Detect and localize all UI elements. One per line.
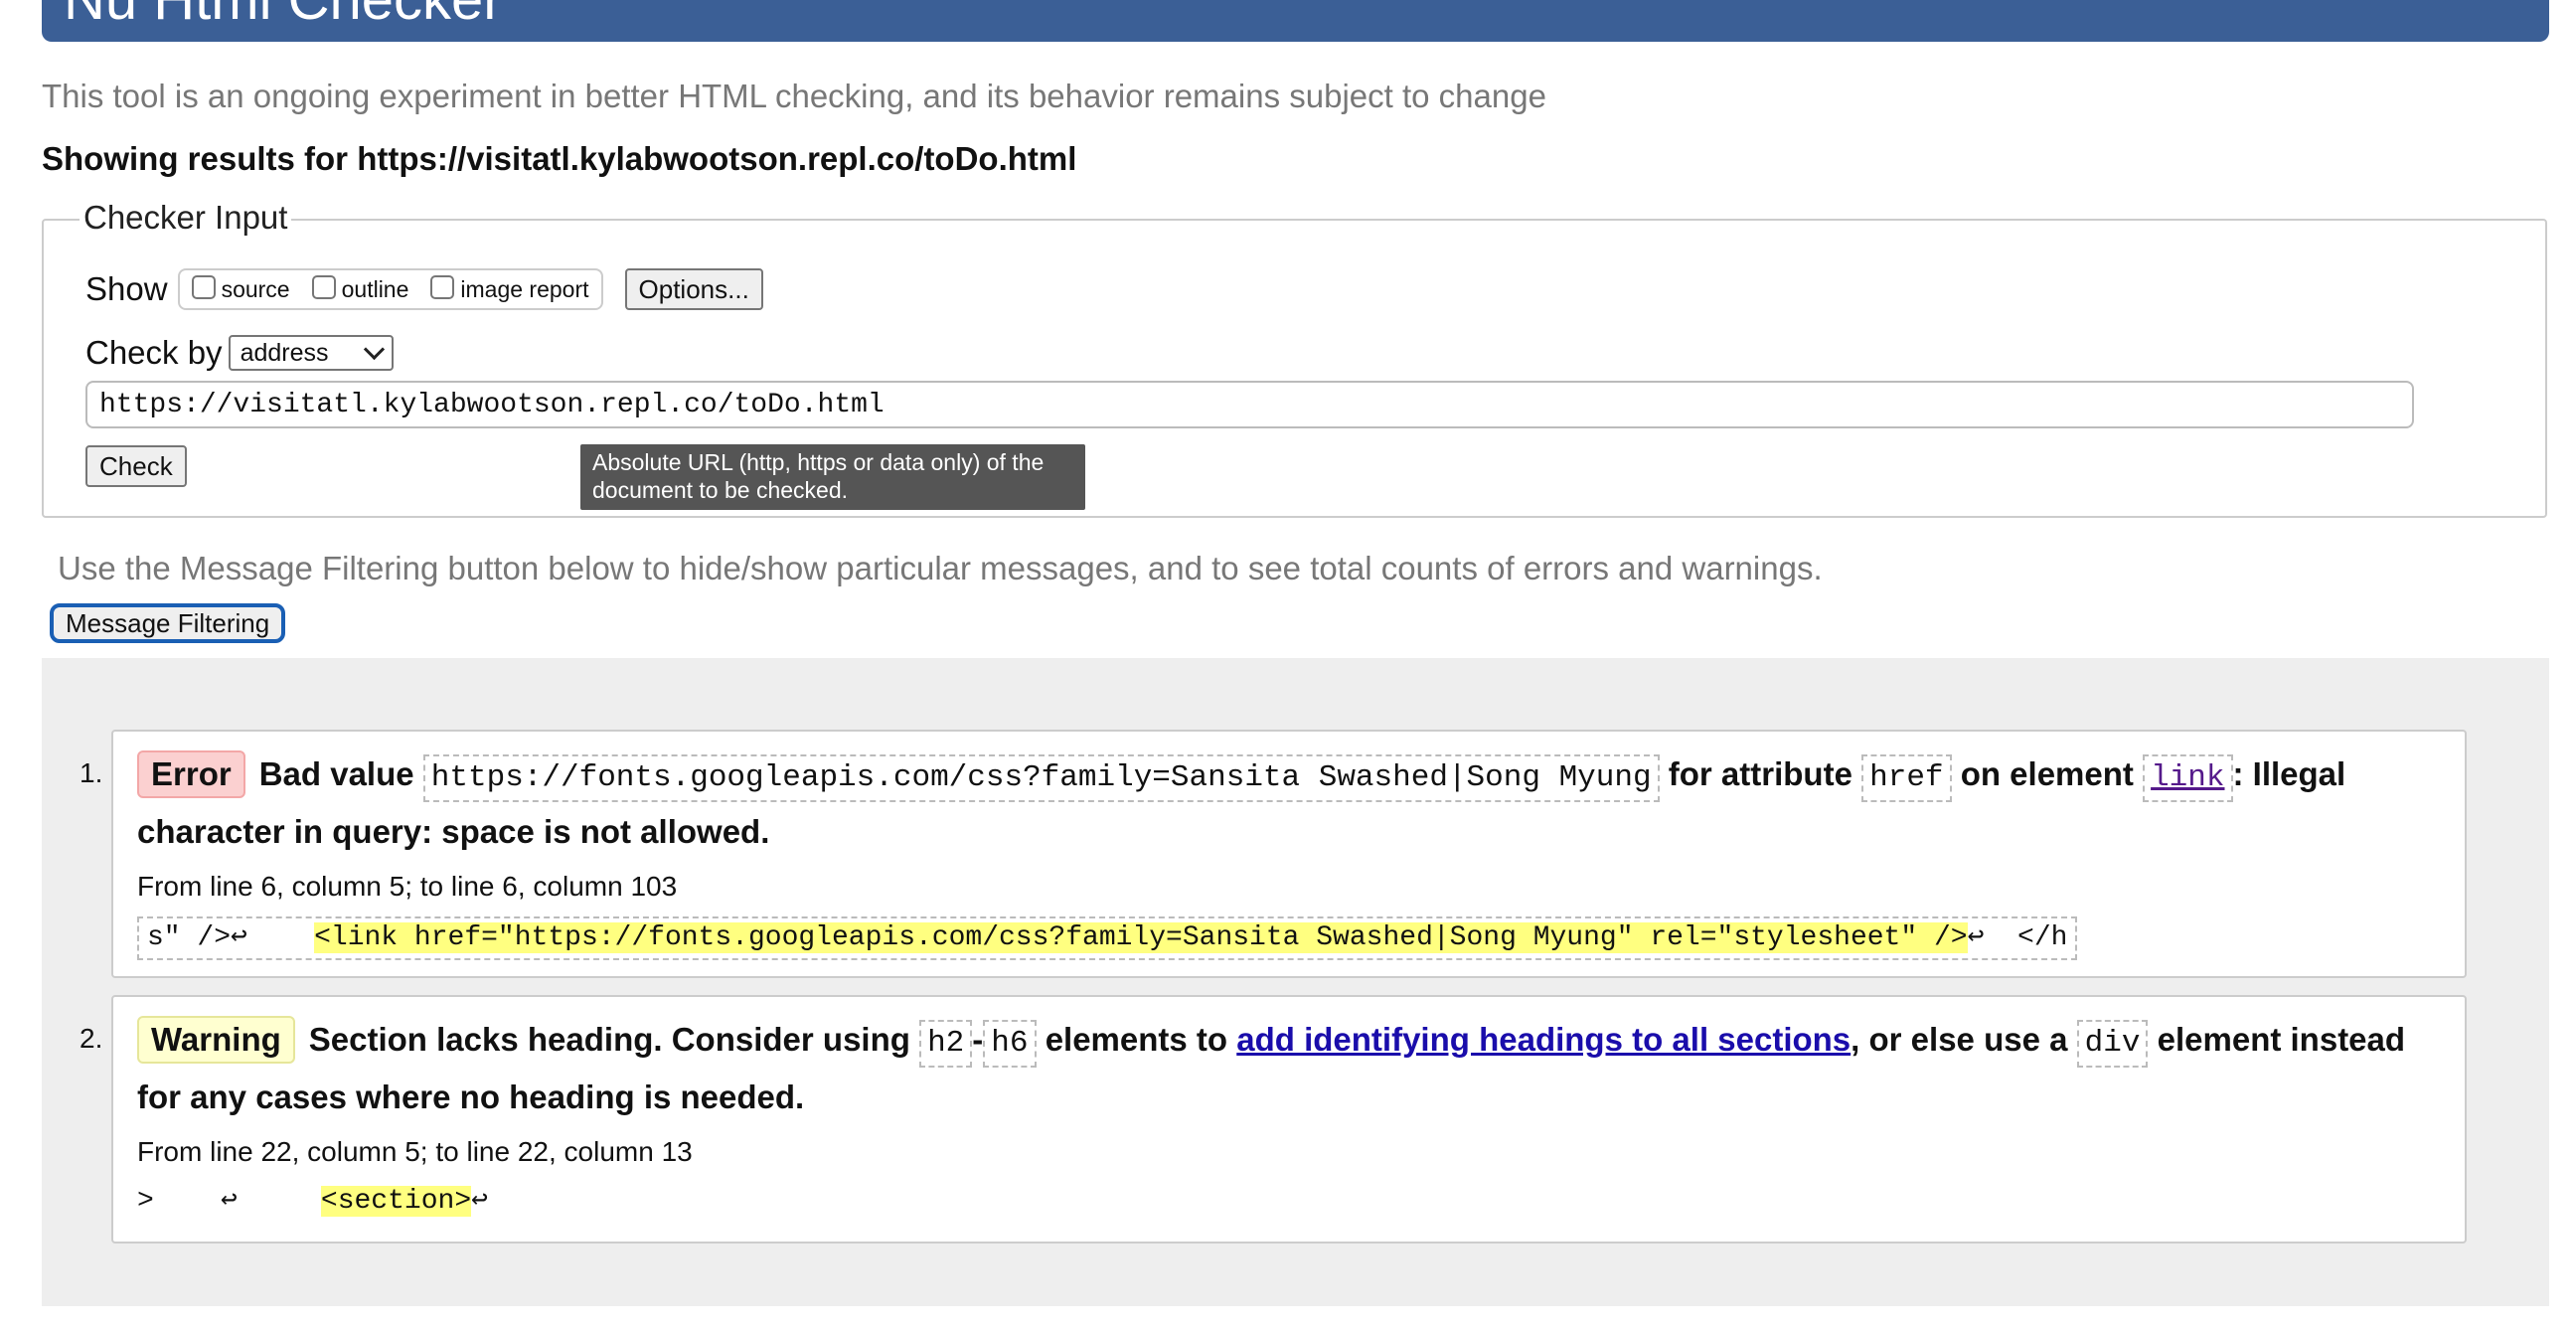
message-fragment: on element	[1960, 755, 2134, 792]
code-snippet: https://fonts.googleapis.com/css?family=…	[422, 754, 1660, 802]
message-fragment: Bad value	[258, 755, 414, 792]
checkbox-box[interactable]	[311, 275, 336, 299]
checkbox-label: outline	[341, 275, 409, 302]
message-fragment: , or else use a	[1851, 1021, 2068, 1058]
checkbox-label: source	[221, 275, 290, 302]
extract-before: s" />↩	[147, 922, 315, 953]
show-source-checkbox[interactable]: source	[191, 275, 290, 303]
extract-highlight: <section>	[320, 1186, 472, 1217]
extract-after: ↩	[471, 1186, 488, 1217]
message-number: 2.	[80, 1023, 103, 1054]
message-location: From line 6, column 5; to line 6, column…	[137, 871, 678, 902]
show-image-report-checkbox[interactable]: image report	[430, 275, 589, 303]
page-header: Nu Html Checker	[42, 0, 2549, 42]
page-title: Nu Html Checker	[64, 0, 503, 40]
show-label: Show	[85, 270, 168, 307]
headings-help-link[interactable]: add identifying headings to all sections	[1236, 1021, 1851, 1058]
check-by-row: Check by address	[85, 334, 394, 372]
checker-input-fieldset	[42, 219, 2547, 518]
filter-hint-text: Use the Message Filtering button below t…	[58, 550, 1823, 586]
message-text: Error Bad value https://fonts.googleapis.…	[137, 746, 2453, 861]
message-fragment: elements to	[1045, 1021, 1228, 1058]
message-fragment: Section lacks heading. Consider using	[308, 1021, 910, 1058]
code-snippet: h2	[919, 1020, 973, 1068]
code-snippet: h6	[983, 1020, 1037, 1068]
check-by-value: address	[240, 338, 329, 367]
show-options-row: Show source outline image report Options…	[85, 266, 763, 312]
url-input[interactable]: https://visitatl.kylabwootson.repl.co/to…	[85, 381, 2414, 428]
code-snippet: href	[1861, 754, 1952, 802]
check-by-label: Check by	[85, 334, 223, 371]
checker-input-legend: Checker Input	[80, 199, 292, 237]
extract-highlight: <link href="https://fonts.googleapis.com…	[314, 922, 1968, 953]
message-filtering-button[interactable]: Message Filtering	[50, 603, 286, 643]
options-button[interactable]: Options...	[624, 268, 763, 310]
check-by-select[interactable]: address	[228, 335, 394, 371]
error-badge: Error	[137, 750, 245, 798]
code-extract: > ↩ <section>↩	[137, 1182, 488, 1222]
message-fragment: for attribute	[1668, 755, 1852, 792]
show-options-group: source outline image report	[177, 268, 603, 310]
check-button[interactable]: Check	[85, 445, 187, 487]
message-number: 1.	[80, 757, 103, 788]
error-message: Error Bad value https://fonts.googleapis.…	[111, 730, 2467, 978]
message-fragment: -	[972, 1021, 984, 1058]
extract-before: > ↩	[137, 1186, 321, 1217]
showing-results-text: Showing results for https://visitatl.kyl…	[42, 140, 1077, 177]
element-link[interactable]: link	[2143, 754, 2233, 802]
intro-text: This tool is an ongoing experiment in be…	[42, 78, 1546, 114]
code-snippet: div	[2076, 1020, 2149, 1068]
show-outline-checkbox[interactable]: outline	[311, 275, 409, 303]
extract-after: ↩ </h	[1967, 922, 2068, 953]
url-tooltip: Absolute URL (http, https or data only) …	[580, 444, 1085, 510]
warning-badge: Warning	[137, 1016, 295, 1064]
checkbox-label: image report	[460, 275, 589, 302]
message-text: Warning Section lacks heading. Consider u…	[137, 1011, 2453, 1126]
code-extract: s" />↩ <link href="https://fonts.googlea…	[137, 916, 2078, 960]
checkbox-box[interactable]	[430, 275, 455, 299]
message-location: From line 22, column 5; to line 22, colu…	[137, 1136, 693, 1167]
chevron-down-icon	[363, 338, 385, 360]
warning-message: Warning Section lacks heading. Consider u…	[111, 995, 2467, 1244]
checkbox-box[interactable]	[191, 275, 216, 299]
